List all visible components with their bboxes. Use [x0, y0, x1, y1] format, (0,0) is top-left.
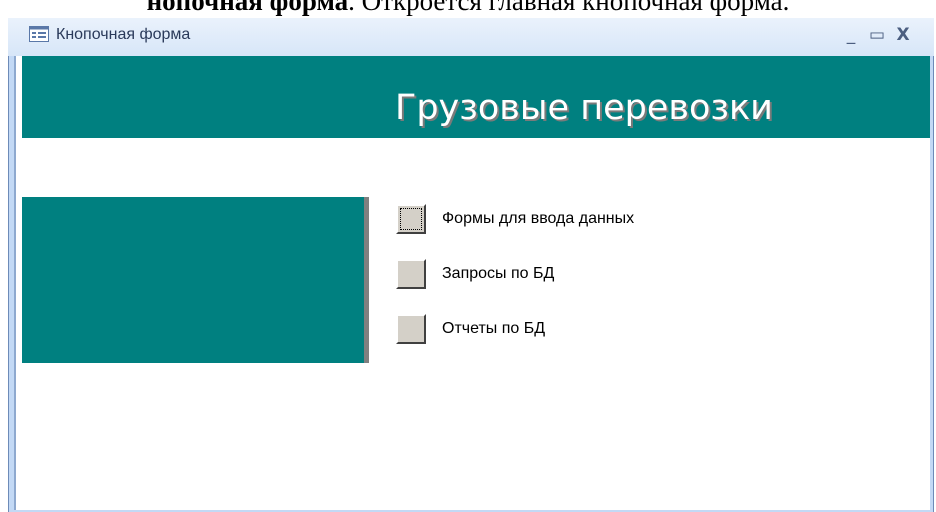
menu-item-db-reports[interactable]: Отчеты по БД: [396, 314, 776, 348]
window-title: Кнопочная форма: [56, 26, 191, 43]
document-caption: нопочная форма. Откроется главная кнопоч…: [0, 0, 936, 16]
form-icon: [29, 26, 49, 42]
db-queries-button[interactable]: [396, 259, 426, 289]
minimize-button[interactable]: _: [840, 24, 862, 46]
menu-item-label: Запросы по БД: [442, 265, 555, 282]
decorative-side-panel: [22, 197, 369, 363]
document-caption-tail: . Откроется главная кнопочная форма.: [348, 0, 790, 16]
menu-item-label: Формы для ввода данных: [442, 210, 635, 227]
form-header-title: Грузовые перевозки: [395, 88, 773, 128]
form-header-band: Грузовые перевозки: [22, 56, 930, 138]
db-reports-button[interactable]: [396, 314, 426, 344]
menu-item-data-entry-forms[interactable]: Формы для ввода данных: [396, 204, 776, 238]
menu-item-label: Отчеты по БД: [442, 320, 546, 337]
maximize-button[interactable]: ▭: [866, 24, 888, 46]
data-entry-forms-button[interactable]: [396, 204, 426, 234]
form-window: Кнопочная форма _ ▭ X Грузовые перевозки…: [8, 18, 934, 512]
document-caption-bold: нопочная форма: [146, 0, 349, 16]
close-button[interactable]: X: [892, 24, 914, 46]
menu-item-db-queries[interactable]: Запросы по БД: [396, 259, 776, 293]
window-titlebar[interactable]: Кнопочная форма _ ▭ X: [8, 18, 934, 56]
form-body: Грузовые перевозки Формы для ввода данны…: [14, 56, 930, 510]
